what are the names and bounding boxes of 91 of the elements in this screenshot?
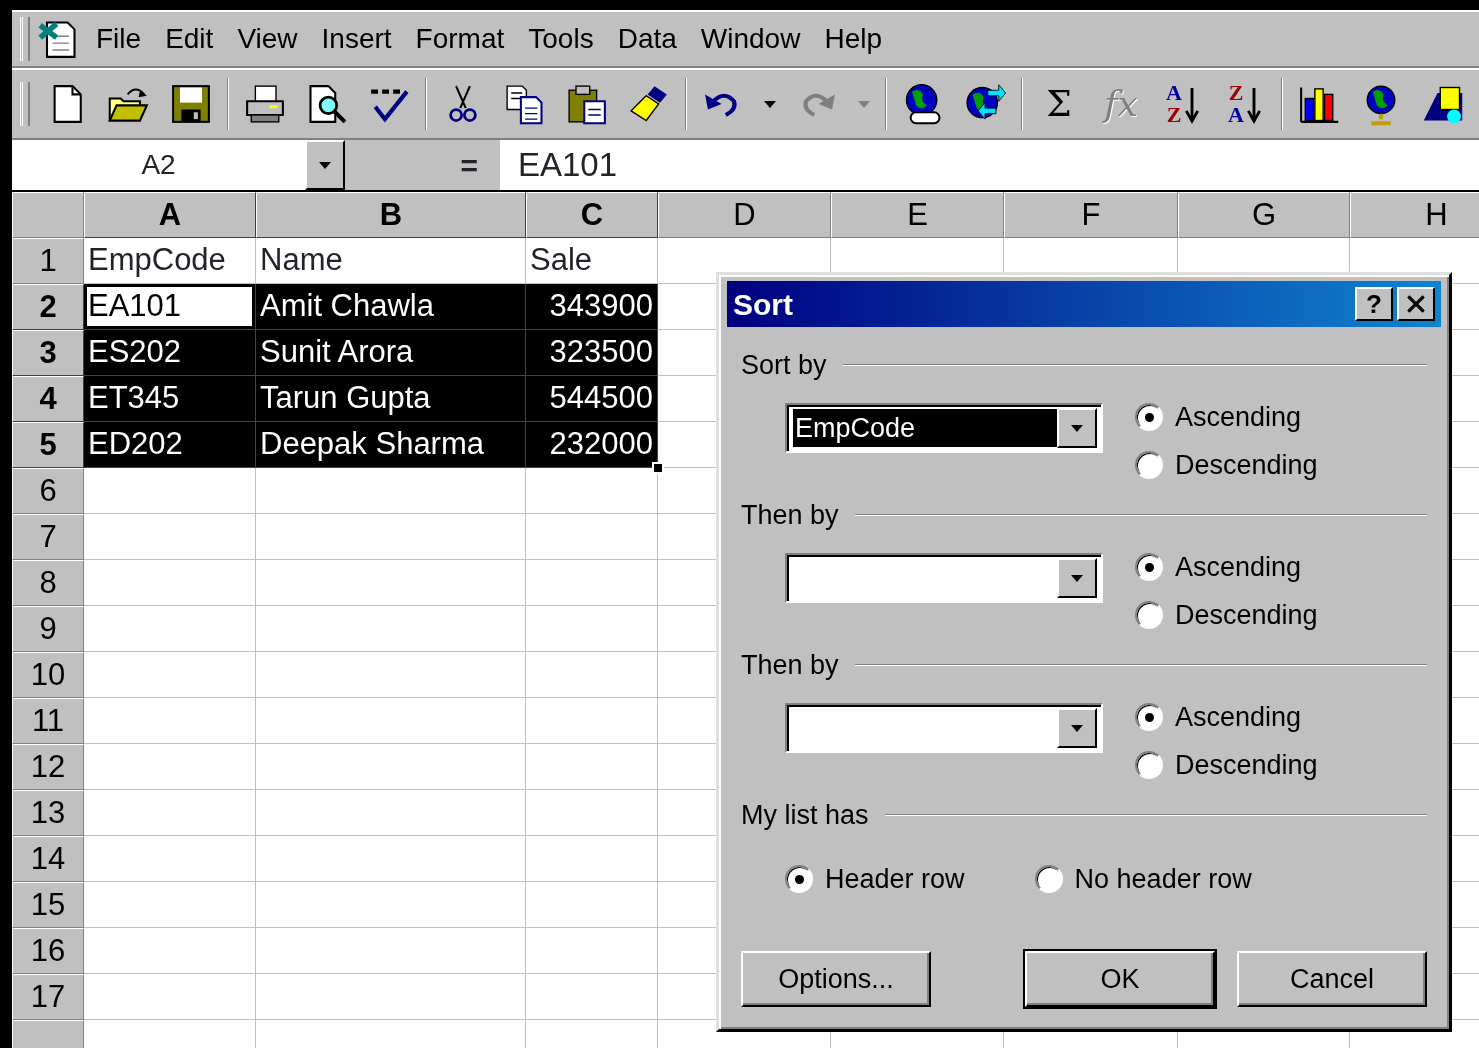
radio-label[interactable]: Descending: [1175, 744, 1318, 786]
menu-item[interactable]: Tools: [516, 18, 606, 60]
radio-button[interactable]: [1135, 403, 1163, 431]
column-header[interactable]: D: [658, 192, 831, 238]
radio-label[interactable]: Ascending: [1175, 546, 1302, 588]
dropdown-button[interactable]: [305, 140, 345, 190]
dropdown-field[interactable]: EmpCode: [785, 403, 1103, 453]
menu-item[interactable]: View: [225, 18, 310, 60]
row-header[interactable]: 8: [12, 560, 84, 606]
row-header[interactable]: 16: [12, 928, 84, 974]
menu-item[interactable]: Edit: [153, 18, 226, 60]
table-cell: Amit Chawla: [256, 284, 526, 330]
fill-handle[interactable]: [652, 462, 664, 474]
radio-label[interactable]: Descending: [1175, 444, 1318, 486]
menu-item[interactable]: Insert: [309, 18, 404, 60]
radio-button[interactable]: [1034, 865, 1063, 893]
close-button[interactable]: [1397, 287, 1435, 321]
table-cell: ET345: [84, 376, 256, 422]
sort-button[interactable]: Z A: [1214, 74, 1276, 134]
dialog-title: Sort: [733, 286, 793, 323]
grip-handle[interactable]: [20, 82, 30, 126]
dialog-button[interactable]: OK: [1025, 951, 1215, 1007]
section-label: Then by: [741, 648, 839, 682]
help-button[interactable]: ?: [1355, 287, 1393, 321]
grip-handle[interactable]: [20, 17, 30, 61]
radio-label[interactable]: Header row: [825, 858, 965, 900]
column-header[interactable]: B: [256, 192, 526, 238]
row-header[interactable]: 11: [12, 698, 84, 744]
close-icon: [1405, 293, 1427, 315]
dropdown-button[interactable]: [1057, 558, 1097, 598]
menu-item[interactable]: File: [84, 18, 154, 60]
section-label: Sort by: [741, 348, 827, 382]
row-header[interactable]: 5: [12, 422, 84, 468]
column-header[interactable]: H: [1350, 192, 1479, 238]
formula-field[interactable]: EA101: [500, 140, 1479, 190]
row-header[interactable]: 2: [12, 284, 84, 330]
row-header[interactable]: 3: [12, 330, 84, 376]
row-header[interactable]: 14: [12, 836, 84, 882]
radio-label[interactable]: Ascending: [1175, 696, 1302, 738]
radio-button[interactable]: [1135, 601, 1163, 629]
table-cell: EA101: [84, 284, 256, 330]
row-header[interactable]: 6: [12, 468, 84, 514]
row-header[interactable]: 7: [12, 514, 84, 560]
table-cell: Deepak Sharma: [256, 422, 526, 468]
dialog-button[interactable]: Options...: [741, 951, 931, 1007]
select-all-corner[interactable]: [12, 192, 84, 238]
column-header[interactable]: F: [1004, 192, 1178, 238]
table-cell: 343900: [526, 284, 658, 330]
dialog-button[interactable]: Cancel: [1237, 951, 1427, 1007]
name-box[interactable]: A2: [12, 140, 305, 190]
radio-button[interactable]: [1135, 553, 1163, 581]
row-header[interactable]: 1: [12, 238, 84, 284]
dropdown-field[interactable]: [785, 553, 1103, 603]
section-label: Then by: [741, 498, 839, 532]
edit-formula-button[interactable]: =: [456, 142, 482, 188]
section-label: My list has: [741, 798, 869, 832]
menu-item[interactable]: Format: [403, 18, 517, 60]
table-cell: 544500: [526, 376, 658, 422]
table-cell: ED202: [84, 422, 256, 468]
row-header[interactable]: 15: [12, 882, 84, 928]
radio-label[interactable]: Descending: [1175, 594, 1318, 636]
table-cell: 323500: [526, 330, 658, 376]
row-header[interactable]: 4: [12, 376, 84, 422]
dropdown-button[interactable]: [1057, 708, 1097, 748]
row-header[interactable]: 13: [12, 790, 84, 836]
radio-button[interactable]: [1135, 751, 1163, 779]
row-header[interactable]: 10: [12, 652, 84, 698]
table-cell: ES202: [84, 330, 256, 376]
table-cell: Tarun Gupta: [256, 376, 526, 422]
clipboard-icon[interactable]: [565, 82, 609, 126]
radio-button[interactable]: [1135, 703, 1163, 731]
row-header[interactable]: 9: [12, 606, 84, 652]
printer-icon[interactable]: [243, 82, 287, 126]
row-header[interactable]: 17: [12, 974, 84, 1020]
function-button[interactable]: Σ: [1028, 77, 1090, 131]
menu-item[interactable]: Window: [688, 18, 813, 60]
dropdown-field[interactable]: [785, 703, 1103, 753]
radio-label[interactable]: No header row: [1074, 858, 1252, 900]
row-header[interactable]: 12: [12, 744, 84, 790]
dropdown-button[interactable]: [1057, 408, 1097, 448]
sort-button[interactable]: A Z: [1152, 74, 1214, 134]
radio-label[interactable]: Ascending: [1175, 396, 1302, 438]
menu-item[interactable]: Help: [812, 18, 894, 60]
column-header[interactable]: C: [526, 192, 658, 238]
radio-button[interactable]: [785, 865, 813, 893]
column-header[interactable]: G: [1178, 192, 1350, 238]
menu-item[interactable]: Data: [605, 18, 689, 60]
radio-button[interactable]: [1135, 451, 1163, 479]
table-cell: Sunit Arora: [256, 330, 526, 376]
column-header[interactable]: A: [84, 192, 256, 238]
column-header[interactable]: E: [831, 192, 1004, 238]
